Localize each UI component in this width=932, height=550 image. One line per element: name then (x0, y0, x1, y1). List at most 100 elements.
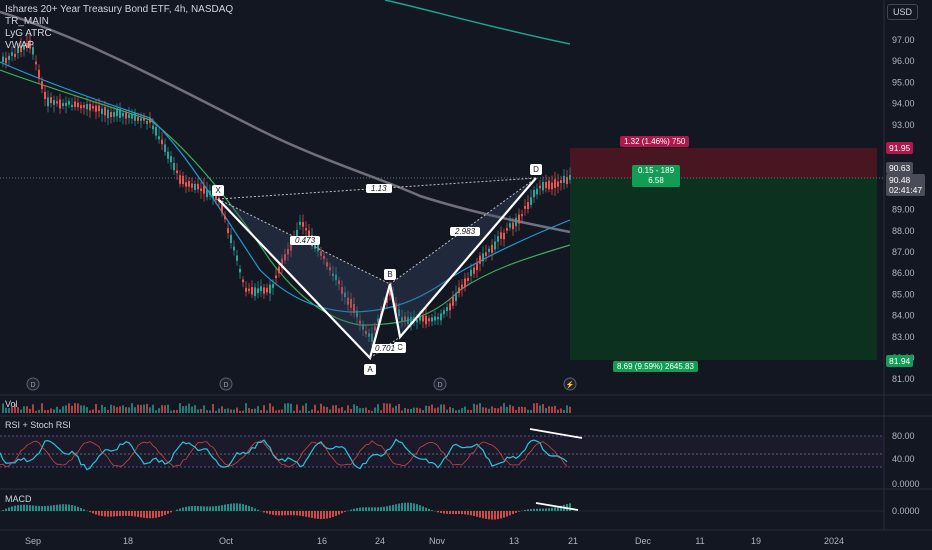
macd-bar (446, 511, 448, 514)
macd-bar (263, 511, 265, 513)
candle-body (422, 316, 424, 322)
volume-bar (500, 406, 502, 413)
volume-bar (44, 410, 46, 413)
volume-bar (80, 405, 82, 413)
macd-bar (44, 505, 46, 511)
macd-bar (335, 511, 337, 516)
price-tick-label: 87.00 (892, 247, 915, 257)
volume-bar (419, 408, 421, 413)
chart-legend: Ishares 20+ Year Treasury Bond ETF, 4h, … (5, 4, 233, 52)
macd-bar (527, 509, 529, 511)
candle-body (518, 214, 520, 224)
candle-body (77, 102, 79, 108)
volume-bar (314, 404, 316, 413)
candle-body (530, 197, 532, 205)
volume-bar (515, 410, 517, 413)
volume-bar (545, 407, 547, 413)
volume-bar (377, 404, 379, 413)
macd-bar (410, 502, 412, 511)
price-chart[interactable]: 97.0096.0095.0094.0093.0090.0089.0088.00… (0, 0, 932, 550)
indicator-tr-main[interactable]: TR_MAIN (5, 16, 233, 28)
candle-body (176, 170, 178, 174)
candle-body (542, 181, 544, 191)
volume-bar (83, 405, 85, 413)
target-price-tag: 81.94 (886, 355, 914, 367)
macd-bar (332, 511, 334, 518)
candle-body (125, 112, 127, 119)
candle-body (8, 55, 10, 60)
candle-body (251, 287, 253, 295)
volume-bar (284, 403, 286, 413)
macd-bar (470, 511, 472, 516)
volume-bar (68, 403, 70, 413)
volume-bar (50, 408, 52, 413)
volume-bar (392, 407, 394, 413)
macd-bar (473, 511, 475, 516)
harmonic-pattern (217, 177, 537, 361)
volume-bar (122, 405, 124, 413)
volume-bar (305, 403, 307, 413)
volume-bar (53, 409, 55, 413)
volume-bar (218, 408, 220, 413)
volume-bar (362, 408, 364, 413)
candle-body (560, 180, 562, 184)
macd-bar (428, 508, 430, 511)
macd-bar (497, 511, 499, 520)
macd-bar (89, 511, 91, 513)
volume-bar (536, 403, 538, 413)
volume-bar (458, 409, 460, 413)
volume-bar (206, 410, 208, 413)
candle-body (425, 315, 427, 325)
candle-body (14, 53, 16, 57)
price-tick-label: 83.00 (892, 332, 915, 342)
volume-bar (308, 410, 310, 413)
macd-bar (80, 508, 82, 511)
macd-bar (326, 511, 328, 519)
macd-bar (71, 505, 73, 511)
macd-bar (170, 511, 172, 513)
macd-bar (56, 504, 58, 511)
time-tick-label: 13 (509, 536, 519, 546)
candle-body (47, 97, 49, 107)
price-tick-label: 97.00 (892, 35, 915, 45)
currency-button[interactable]: USD (886, 4, 918, 20)
indicator-lyg-atrc[interactable]: LyG ATRC (5, 28, 233, 40)
volume-bar (23, 406, 25, 413)
candle-body (461, 284, 463, 290)
volume-bar (38, 409, 40, 413)
macd-bar (530, 509, 532, 511)
macd-bar (5, 508, 7, 511)
time-tick-label: Nov (429, 536, 446, 546)
symbol-title[interactable]: Ishares 20+ Year Treasury Bond ETF, 4h, … (5, 4, 233, 16)
macd-bar (569, 503, 571, 511)
indicator-vwap[interactable]: VWAP (5, 40, 233, 52)
volume-bar (542, 404, 544, 413)
macd-bar (350, 509, 352, 511)
macd-bar (251, 507, 253, 511)
macd-pane-label[interactable]: MACD (5, 494, 32, 504)
macd-bar (191, 506, 193, 511)
mid-label: 0.15 - 189 6.58 (632, 165, 681, 187)
macd-bar (77, 506, 79, 511)
macd-bar (455, 511, 457, 515)
macd-bar (506, 511, 508, 517)
volume-bar (41, 403, 43, 413)
macd-bar (152, 511, 154, 519)
macd-tick-label: 0.0000 (892, 506, 920, 516)
volume-bar (365, 407, 367, 413)
point-b-label: B (384, 269, 396, 280)
volume-bar (35, 410, 37, 413)
volume-bar (197, 409, 199, 413)
svg-text:D: D (437, 382, 442, 389)
volume-pane-label[interactable]: Vol (5, 399, 18, 409)
candle-body (161, 139, 163, 145)
volume-bar (200, 408, 202, 413)
rsi-pane-label[interactable]: RSI + Stoch RSI (5, 420, 71, 430)
macd-bar (149, 511, 151, 519)
time-tick-label: 18 (123, 536, 133, 546)
macd-bar (296, 511, 298, 516)
volume-bar (191, 406, 193, 413)
candle-body (257, 288, 259, 294)
volume-bar (293, 410, 295, 413)
macd-bar (338, 511, 340, 515)
